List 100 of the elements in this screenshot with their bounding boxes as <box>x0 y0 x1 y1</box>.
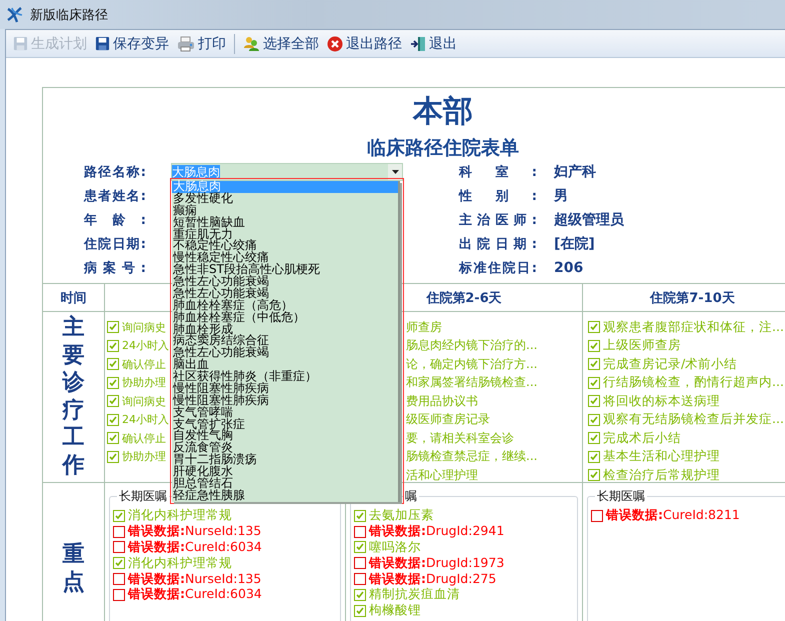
task-text: 将回收的标本送病理 <box>603 392 720 410</box>
task-text: 询问病史 <box>122 320 166 335</box>
checkbox[interactable] <box>107 414 119 426</box>
checkbox[interactable] <box>588 321 600 334</box>
checkbox[interactable] <box>107 450 119 463</box>
checkbox[interactable] <box>588 450 600 463</box>
order-text: 精制抗炭疽血清 <box>369 586 460 604</box>
checkbox[interactable] <box>588 469 600 482</box>
dropdown-option[interactable]: 短暂性脑缺血 <box>172 216 398 228</box>
checkbox[interactable] <box>588 376 600 389</box>
task-text: 24小时入 <box>122 412 169 428</box>
checkbox[interactable] <box>354 510 366 522</box>
toolbar-button[interactable]: 打印 <box>174 32 229 54</box>
toolbar-button[interactable]: 退出路径 <box>324 32 405 54</box>
order-text: 错误数据:DrugId:2941 <box>369 523 504 540</box>
field-label: 性别: <box>459 188 537 205</box>
dropdown-option[interactable]: 自发性气胸 <box>172 430 398 442</box>
field-label: 年龄: <box>84 212 146 229</box>
logo-icon <box>6 6 24 24</box>
task-text: 观察有无结肠镜检查后并发症... <box>603 411 784 428</box>
dropdown-option[interactable]: 慢性阻塞性肺疾病 <box>172 382 398 395</box>
task-text: 要，请相关科室会诊 <box>406 430 514 447</box>
checkbox[interactable] <box>107 432 119 444</box>
dropdown-option[interactable]: 肺血栓栓塞症（高危） <box>172 300 398 312</box>
dropdown-option[interactable]: 不稳定性心绞痛 <box>172 240 398 252</box>
field-value: [在院] <box>554 235 596 253</box>
dropdown-option[interactable]: 社区获得性肺炎（非重症） <box>172 371 398 383</box>
checkbox[interactable] <box>354 573 366 586</box>
checkbox[interactable] <box>113 510 125 522</box>
dropdown-option[interactable]: 急性左心功能衰竭 <box>172 288 398 300</box>
column-header: 时间 <box>60 290 86 306</box>
dropdown-option[interactable]: 胃十二指肠溃疡 <box>172 454 398 466</box>
toolbar-button[interactable]: 退出 <box>407 32 460 54</box>
task-text: 行结肠镜检查，酌情行超声内... <box>603 374 784 392</box>
toolbar-button[interactable]: 选择全部 <box>240 32 322 54</box>
dropdown-option[interactable]: 支气管哮喘 <box>172 406 398 418</box>
task-text: 和家属签署结肠镜检查... <box>406 374 538 392</box>
toolbar-button[interactable]: 保存变异 <box>92 32 172 54</box>
dropdown-option[interactable]: 胆总管结石 <box>172 478 398 490</box>
checkbox[interactable] <box>107 340 119 352</box>
checkbox[interactable] <box>354 526 366 538</box>
order-text: 错误数据:CureId:6034 <box>128 586 262 604</box>
checkbox[interactable] <box>588 414 600 426</box>
checkbox[interactable] <box>588 395 600 408</box>
task-text: 师查房 <box>406 318 442 336</box>
dropdown-option[interactable]: 肺血栓栓塞症（中低危） <box>172 312 398 324</box>
dropdown-option[interactable]: 脑出血 <box>172 359 398 371</box>
checkbox[interactable] <box>354 557 366 570</box>
form-title: 临床路径住院表单 <box>366 136 520 160</box>
dropdown-option[interactable]: 肝硬化腹水 <box>172 466 398 478</box>
checkbox[interactable] <box>588 432 600 444</box>
close-circle-icon <box>327 36 343 52</box>
dropdown-option[interactable]: 癫痫 <box>172 204 398 217</box>
task-text: 确认停止 <box>122 356 166 372</box>
caret-icon <box>392 170 398 174</box>
order-text: 错误数据:CureId:6034 <box>128 539 262 556</box>
checkbox[interactable] <box>354 588 366 601</box>
checkbox[interactable] <box>591 510 603 522</box>
dropdown-option[interactable]: 重症肌无力 <box>172 228 398 240</box>
group-label: 长期医嘱 <box>118 488 168 505</box>
dropdown-option[interactable]: 病态窦房结综合征 <box>172 335 398 348</box>
checkbox[interactable] <box>113 573 125 586</box>
field-label: 患者姓名: <box>84 188 146 205</box>
task-text: 基本生活和心理护理 <box>603 448 720 466</box>
checkbox[interactable] <box>107 395 119 408</box>
people-icon <box>243 36 260 52</box>
dropdown-option[interactable]: 急性左心功能衰竭 <box>172 347 398 360</box>
checkbox[interactable] <box>113 541 125 554</box>
checkbox[interactable] <box>113 588 125 601</box>
checkbox[interactable] <box>107 376 119 389</box>
checkbox[interactable] <box>354 604 366 617</box>
task-text: 协助办理 <box>122 375 166 390</box>
task-text: 完成查房记录/术前小结 <box>603 356 738 373</box>
checkbox[interactable] <box>113 557 125 570</box>
checkbox[interactable] <box>107 321 119 334</box>
checkbox[interactable] <box>354 541 366 554</box>
order-text: 错误数据:DrugId:1973 <box>369 554 504 572</box>
column-header: 住院第2-6天 <box>426 290 502 306</box>
dropdown-option[interactable]: 肺血栓形成 <box>172 324 398 336</box>
field-label: 主治医师: <box>459 212 537 229</box>
column-header: 住院第7-10天 <box>650 290 735 306</box>
checkbox[interactable] <box>113 526 125 538</box>
hospital-title: 本部 <box>412 93 474 130</box>
order-text: 去氨加压素 <box>369 507 434 524</box>
dropdown-option[interactable]: 反流食管炎 <box>172 442 398 454</box>
dropdown-option[interactable]: 急性左心功能衰竭 <box>172 276 398 288</box>
dropdown-option[interactable]: 多发性硬化 <box>172 192 398 205</box>
dropdown-option[interactable]: 慢性阻塞性肺疾病 <box>172 394 398 407</box>
dropdown-option[interactable]: 急性非ST段抬高性心肌梗死 <box>172 264 398 276</box>
group-label: 长期医嘱 <box>596 488 646 505</box>
order-text: 错误数据:DrugId:275 <box>369 570 496 588</box>
field-label: 科室: <box>459 164 537 181</box>
field-value: 妇产科 <box>554 163 597 181</box>
dropdown-option[interactable]: 慢性稳定性心绞痛 <box>172 252 398 264</box>
checkbox[interactable] <box>588 340 600 352</box>
row-title: 主要诊疗工作 <box>61 314 86 480</box>
dropdown-option[interactable]: 轻症急性胰腺 <box>172 490 398 502</box>
checkbox[interactable] <box>588 358 600 370</box>
checkbox[interactable] <box>107 358 119 370</box>
dropdown-option[interactable]: 支气管扩张症 <box>172 418 398 430</box>
